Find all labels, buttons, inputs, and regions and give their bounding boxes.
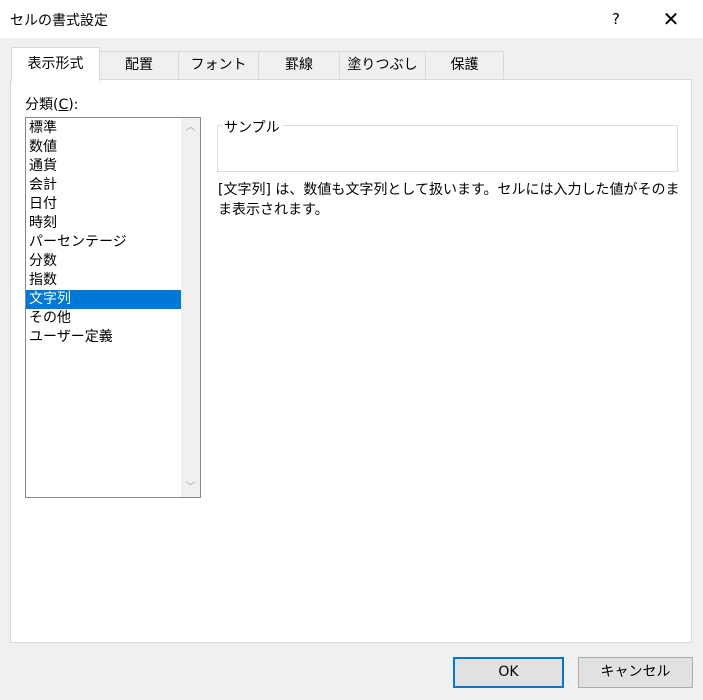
list-item[interactable]: 分数 <box>26 252 181 271</box>
list-item[interactable]: 日付 <box>26 195 181 214</box>
list-item[interactable]: 数値 <box>26 138 181 157</box>
tab-alignment[interactable]: 配置 <box>99 51 179 79</box>
sample-groupbox <box>217 125 678 172</box>
list-item[interactable]: 時刻 <box>26 214 181 233</box>
category-label: 分類(C): <box>25 97 79 113</box>
tab-protection[interactable]: 保護 <box>425 51 504 79</box>
list-item[interactable]: その他 <box>26 309 181 328</box>
tab-border[interactable]: 罫線 <box>258 51 340 79</box>
list-item[interactable]: 指数 <box>26 271 181 290</box>
tab-fill[interactable]: 塗りつぶし <box>339 51 426 79</box>
list-item[interactable]: 通貨 <box>26 157 181 176</box>
scroll-down-icon[interactable]: ﹀ <box>181 479 200 496</box>
ok-button[interactable]: OK <box>453 657 564 688</box>
list-item[interactable]: 標準 <box>26 119 181 138</box>
tab-label: 保護 <box>450 57 479 73</box>
tab-label: 塗りつぶし <box>347 57 418 73</box>
list-item[interactable]: ユーザー定義 <box>26 328 181 347</box>
tab-label: フォント <box>190 57 247 73</box>
sample-label: サンプル <box>222 117 283 137</box>
dialog-title: セルの書式設定 <box>10 13 108 29</box>
list-item[interactable]: 会計 <box>26 176 181 195</box>
tab-label: 罫線 <box>285 57 313 73</box>
list-item-selected[interactable]: 文字列 <box>26 290 181 309</box>
tab-label: 表示形式 <box>27 56 84 72</box>
format-cells-dialog: セルの書式設定 ? ✕ 表示形式 配置 フォント 罫線 塗りつぶし 保護 分類(… <box>0 0 703 700</box>
title-bar: セルの書式設定 ? ✕ <box>0 0 703 38</box>
close-button[interactable]: ✕ <box>656 6 686 32</box>
tab-font[interactable]: フォント <box>178 51 259 79</box>
format-description: [文字列] は、数値も文字列として扱います。セルには入力した値がそのまま表示され… <box>218 182 680 218</box>
tab-label: 配置 <box>125 57 153 73</box>
scroll-up-icon[interactable]: ︿ <box>181 119 200 136</box>
cancel-button[interactable]: キャンセル <box>578 657 693 688</box>
category-listbox[interactable]: 標準 数値 通貨 会計 日付 時刻 パーセンテージ 分数 指数 文字列 その他 … <box>25 117 201 498</box>
list-item[interactable]: パーセンテージ <box>26 233 181 252</box>
category-list: 標準 数値 通貨 会計 日付 時刻 パーセンテージ 分数 指数 文字列 その他 … <box>26 119 181 347</box>
vertical-scrollbar[interactable]: ︿ ﹀ <box>181 118 200 497</box>
tab-number[interactable]: 表示形式 <box>11 47 100 81</box>
help-button[interactable]: ? <box>601 6 631 32</box>
